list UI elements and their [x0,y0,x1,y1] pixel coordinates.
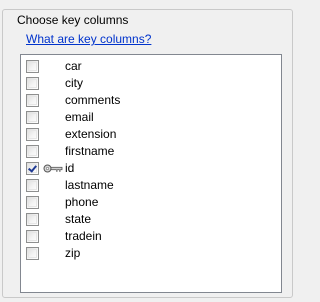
list-item[interactable]: email [21,109,281,126]
column-checkbox[interactable] [26,60,39,73]
list-item[interactable]: firstname [21,143,281,160]
column-name-label: state [65,212,92,226]
list-item[interactable]: phone [21,194,281,211]
column-checkbox[interactable] [26,213,39,226]
list-item[interactable]: state [21,211,281,228]
column-name-label: email [65,110,94,124]
key-columns-list[interactable]: car city comments email extension firstname id… [20,54,282,293]
list-item[interactable]: id [21,160,281,177]
column-checkbox[interactable] [26,145,39,158]
column-name-label: lastname [65,178,114,192]
list-item[interactable]: zip [21,245,281,262]
column-checkbox[interactable] [26,196,39,209]
column-checkbox[interactable] [26,247,39,260]
column-name-label: zip [65,246,81,260]
groupbox-title: Choose key columns [14,13,132,27]
column-name-label: city [65,76,83,90]
what-are-key-columns-link[interactable]: What are key columns? [26,32,151,46]
column-checkbox[interactable] [26,128,39,141]
column-checkbox[interactable] [26,94,39,107]
list-item[interactable]: city [21,75,281,92]
column-checkbox[interactable] [26,111,39,124]
list-item[interactable]: comments [21,92,281,109]
column-name-label: extension [65,127,117,141]
column-checkbox[interactable] [26,179,39,192]
column-name-label: car [65,59,82,73]
column-name-label: id [65,161,75,175]
list-item[interactable]: extension [21,126,281,143]
column-name-label: firstname [65,144,115,158]
column-name-label: phone [65,195,99,209]
column-name-label: comments [65,93,121,107]
column-checkbox[interactable] [26,162,39,175]
key-icon [43,164,63,173]
list-item[interactable]: lastname [21,177,281,194]
column-checkbox[interactable] [26,230,39,243]
list-item[interactable]: tradein [21,228,281,245]
list-item[interactable]: car [21,58,281,75]
column-name-label: tradein [65,229,102,243]
column-checkbox[interactable] [26,77,39,90]
